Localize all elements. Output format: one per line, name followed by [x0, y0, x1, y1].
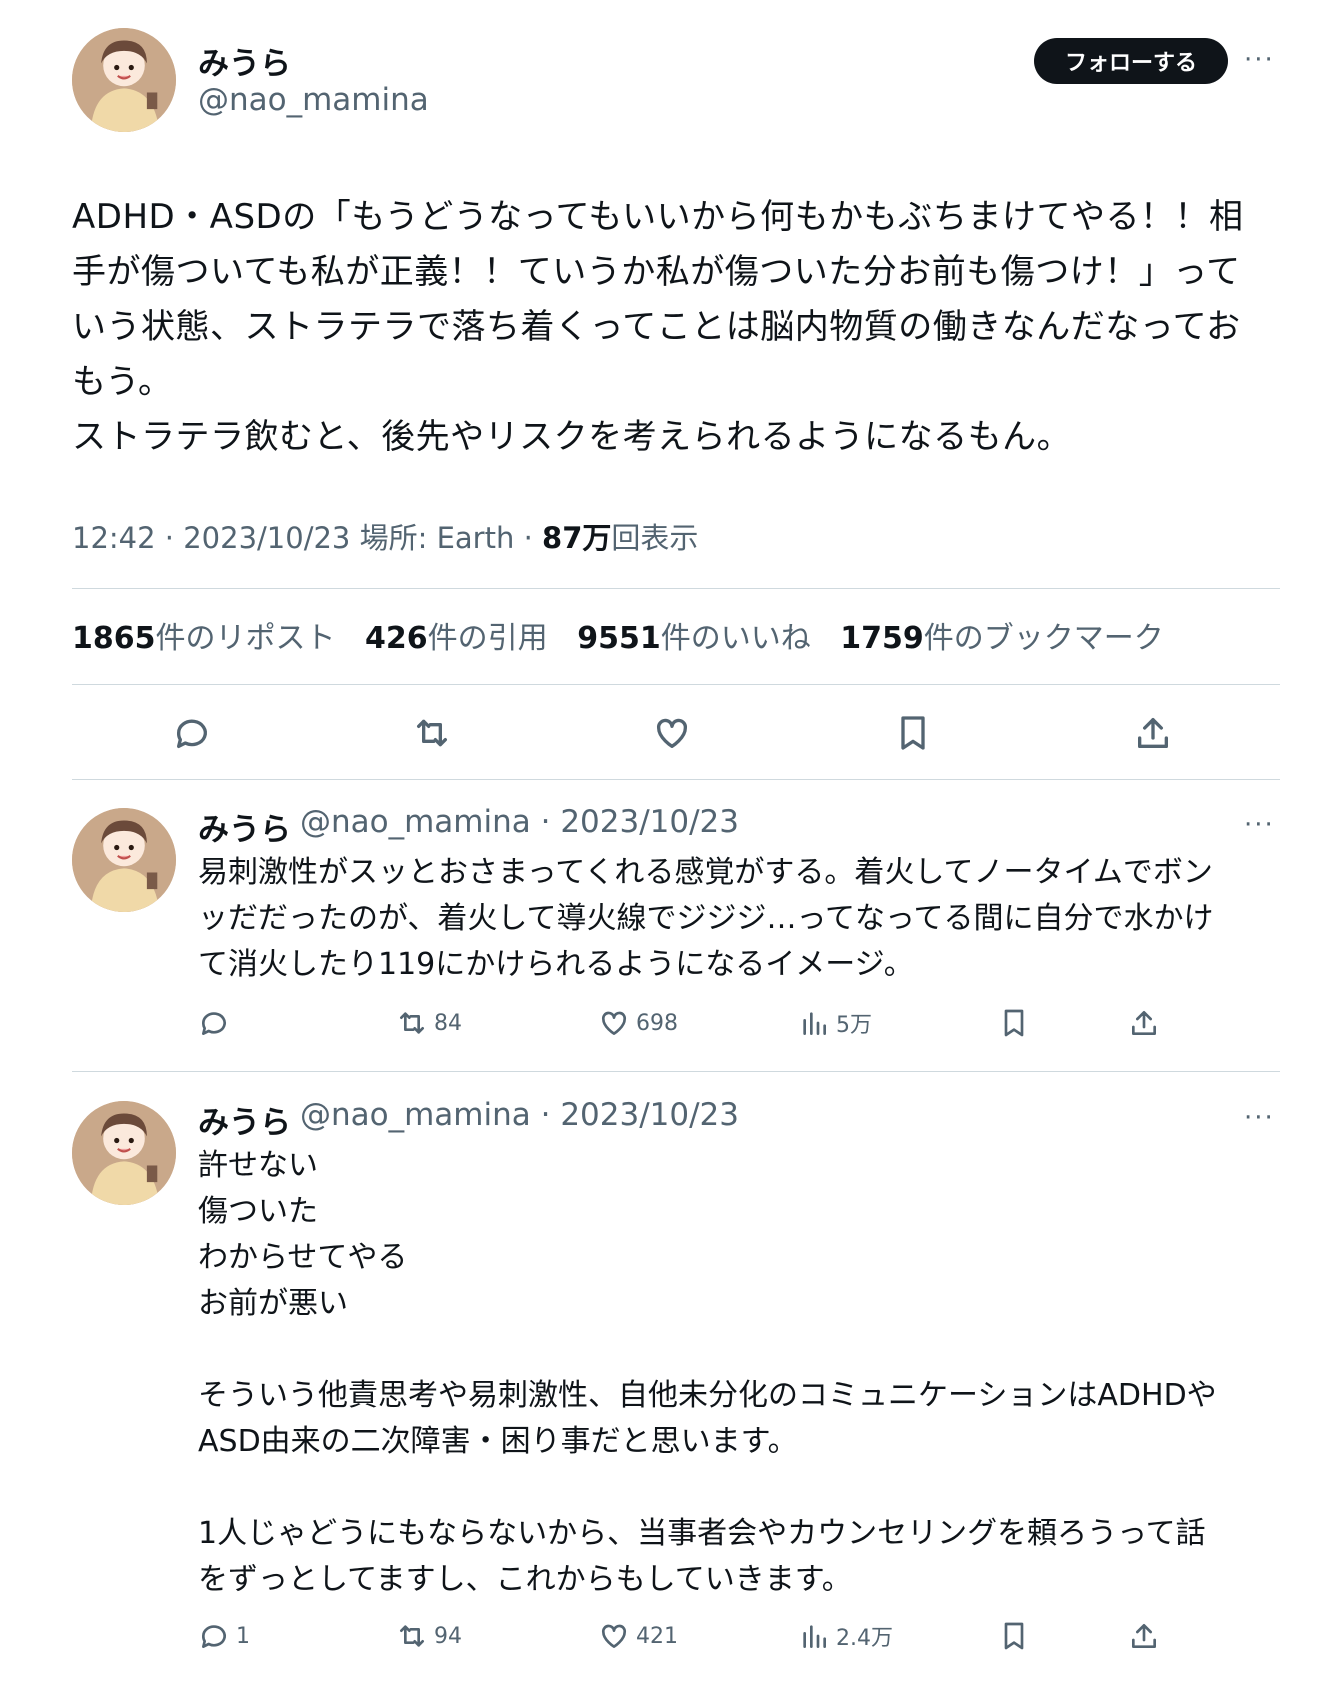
divider [72, 684, 1280, 685]
tweet-text: ADHD・ASDの「もうどうなってもいいから何もかもぶちまけてやる！！相 手が傷… [72, 197, 1244, 457]
avatar[interactable] [72, 808, 176, 912]
view-count: 5万 [836, 1013, 872, 1038]
view-count: 87万 [542, 521, 612, 555]
repost-icon[interactable] [412, 713, 452, 753]
share-icon[interactable] [1128, 1007, 1160, 1039]
like-icon[interactable] [652, 713, 692, 753]
stat-bookmarks[interactable]: 1759件のブックマーク [840, 621, 1164, 656]
engagement-stats: 1865件のリポスト 426件の引用 9551件のいいね 1759件のブックマー… [72, 613, 1184, 657]
repost-icon[interactable]: 84 [396, 1007, 462, 1039]
author-name[interactable]: みうら [198, 38, 291, 83]
tweet-timestamp[interactable]: 12:42 · 2023/10/23 場所: Earth · [72, 521, 542, 555]
bookmark-icon[interactable] [998, 1620, 1030, 1652]
reply-author-name[interactable]: みうら [198, 1097, 291, 1142]
avatar[interactable] [72, 1101, 176, 1205]
more-options-icon[interactable]: ··· [1244, 812, 1275, 838]
follow-button[interactable]: フォローする [1034, 38, 1228, 84]
share-icon[interactable] [1128, 1620, 1160, 1652]
bookmark-icon[interactable] [998, 1007, 1030, 1039]
divider [72, 588, 1280, 589]
reply-author-handle[interactable]: @nao_mamina · 2023/10/23 [300, 1097, 739, 1133]
tweet-meta: 12:42 · 2023/10/23 場所: Earth · 87万回表示 [72, 515, 698, 557]
reply-author-handle[interactable]: @nao_mamina · 2023/10/23 [300, 804, 739, 840]
repost-icon[interactable]: 94 [396, 1620, 462, 1652]
reply-icon[interactable]: 1 [198, 1620, 250, 1652]
more-options-icon[interactable]: ··· [1244, 1105, 1275, 1131]
views-icon[interactable]: 2.4万 [798, 1620, 893, 1652]
more-options-icon[interactable]: ··· [1244, 47, 1275, 73]
like-count: 421 [636, 1623, 678, 1649]
reply-author-name[interactable]: みうら [198, 804, 291, 849]
view-count-label: 回表示 [611, 521, 699, 555]
reply-icon[interactable] [172, 713, 212, 753]
reply-icon[interactable] [198, 1007, 236, 1039]
divider [72, 1071, 1280, 1072]
reply-text: 許せない 傷ついた わからせてやる お前が悪い そういう他責思考や易刺激性、自他… [198, 1148, 1217, 1597]
author-handle[interactable]: @nao_mamina [198, 82, 429, 118]
repost-count: 94 [434, 1623, 462, 1649]
like-count: 698 [636, 1010, 678, 1036]
avatar[interactable] [72, 28, 176, 132]
views-icon[interactable]: 5万 [798, 1007, 872, 1039]
reply-date[interactable]: · 2023/10/23 [541, 1097, 739, 1133]
stat-likes[interactable]: 9551件のいいね [577, 621, 811, 656]
stat-reposts[interactable]: 1865件のリポスト [72, 621, 336, 656]
like-icon[interactable]: 421 [598, 1620, 678, 1652]
view-count: 2.4万 [836, 1626, 893, 1651]
reply-text: 易刺激性がスッとおさまってくれる感覚がする。着火してノータイムでボン ッだだった… [198, 855, 1214, 982]
tweet-page: みうら @nao_mamina フォローする ··· ADHD・ASDの「もうど… [0, 0, 1336, 1690]
reply-date[interactable]: · 2023/10/23 [541, 804, 739, 840]
divider [72, 779, 1280, 780]
like-icon[interactable]: 698 [598, 1007, 678, 1039]
stat-quotes[interactable]: 426件の引用 [365, 621, 548, 656]
bookmark-icon[interactable] [893, 713, 933, 753]
repost-count: 84 [434, 1010, 462, 1036]
share-icon[interactable] [1133, 713, 1173, 753]
reply-count: 1 [236, 1623, 250, 1649]
